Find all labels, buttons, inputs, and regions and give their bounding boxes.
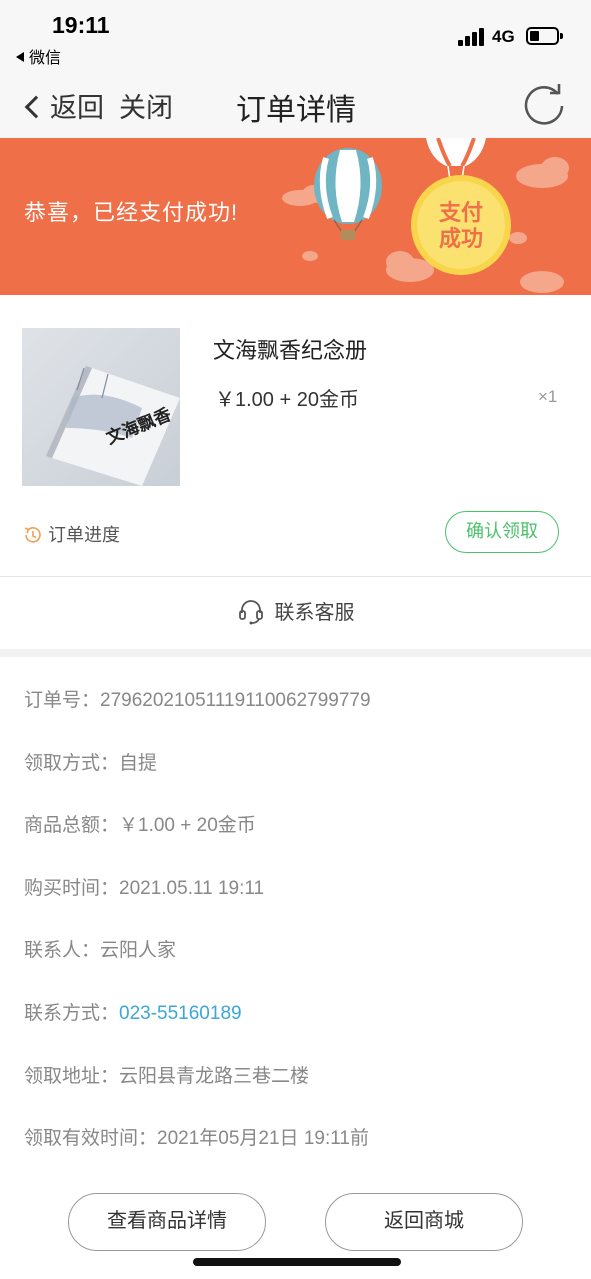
signal-icon [458, 28, 486, 46]
back-to-app[interactable]: 微信 [16, 44, 61, 68]
total-value: ￥1.00 + 20金币 [119, 815, 256, 837]
address-label: 领取地址： [24, 1065, 120, 1087]
seal-line-2: 成功 [438, 226, 483, 251]
pickup-method-value: 自提 [119, 752, 158, 774]
contact-value: 云阳人家 [100, 940, 177, 962]
valid-time-label: 领取有效时间： [24, 1128, 158, 1150]
order-details: 订单号：27962021051119110062799779 领取方式：自提 商… [24, 657, 584, 1158]
order-progress-link[interactable]: 订单进度 [22, 521, 120, 547]
network-label: 4G [492, 27, 515, 46]
purchase-time-row: 购买时间：2021.05.11 19:11 [24, 845, 584, 908]
nav-bar: 返回 关闭 订单详情 [0, 76, 591, 138]
product-price: ￥1.00 + 20金币 [215, 389, 359, 411]
section-gap [0, 649, 591, 657]
battery-icon [526, 27, 563, 45]
product-quantity: ×1 [538, 387, 558, 406]
status-bar: 19:11 微信 4G [0, 0, 591, 76]
contact-service-button[interactable]: 联系客服 [0, 577, 591, 649]
total-label: 商品总额： [24, 815, 120, 837]
order-number-value: 27962021051119110062799779 [100, 690, 371, 711]
page-title: 订单详情 [236, 94, 356, 127]
success-message: 恭喜，已经支付成功! [24, 200, 239, 225]
purchase-time-value: 2021.05.11 19:11 [119, 877, 265, 899]
phone-label: 联系方式： [24, 1002, 120, 1024]
order-progress-label: 订单进度 [48, 525, 120, 545]
valid-time-value: 2021年05月21日 19:11前 [157, 1128, 369, 1150]
paid-seal: 支付 成功 [413, 200, 509, 252]
product-image[interactable]: 文海飘香 [22, 328, 180, 486]
phone-link[interactable]: 023-55160189 [119, 1003, 242, 1024]
refresh-icon[interactable] [520, 80, 568, 128]
order-number-row: 订单号：27962021051119110062799779 [24, 657, 584, 720]
clock-history-icon [24, 527, 41, 543]
back-triangle-icon [16, 52, 24, 62]
view-product-detail-button[interactable]: 查看商品详情 [68, 1193, 266, 1251]
order-number-label: 订单号： [24, 690, 101, 711]
contact-label: 联系人： [24, 940, 101, 962]
pickup-method-label: 领取方式： [24, 752, 120, 774]
back-to-mall-button[interactable]: 返回商城 [325, 1193, 523, 1251]
product-name: 文海飘香纪念册 [213, 338, 368, 363]
address-row: 领取地址：云阳县青龙路三巷二楼 [24, 1033, 584, 1096]
contact-row: 联系人：云阳人家 [24, 907, 584, 970]
address-value: 云阳县青龙路三巷二楼 [119, 1065, 310, 1087]
pickup-method-row: 领取方式：自提 [24, 720, 584, 783]
valid-time-row: 领取有效时间：2021年05月21日 19:11前 [24, 1095, 584, 1158]
seal-line-1: 支付 [438, 200, 483, 225]
headset-icon [238, 600, 263, 625]
status-time: 19:11 [52, 12, 110, 38]
purchase-time-label: 购买时间： [24, 877, 120, 899]
home-indicator[interactable] [193, 1258, 401, 1266]
product-card: 文海飘香 文海飘香纪念册 ￥1.00 + 20金币 ×1 订单进度 确认领取 [0, 295, 591, 575]
phone-row: 联系方式：023-55160189 [24, 970, 584, 1033]
contact-service-label: 联系客服 [274, 602, 355, 624]
success-banner: 恭喜，已经支付成功! 支付 成功 [0, 138, 591, 295]
confirm-pickup-button[interactable]: 确认领取 [445, 511, 559, 553]
back-app-label: 微信 [29, 50, 62, 67]
total-row: 商品总额：￥1.00 + 20金币 [24, 782, 584, 845]
